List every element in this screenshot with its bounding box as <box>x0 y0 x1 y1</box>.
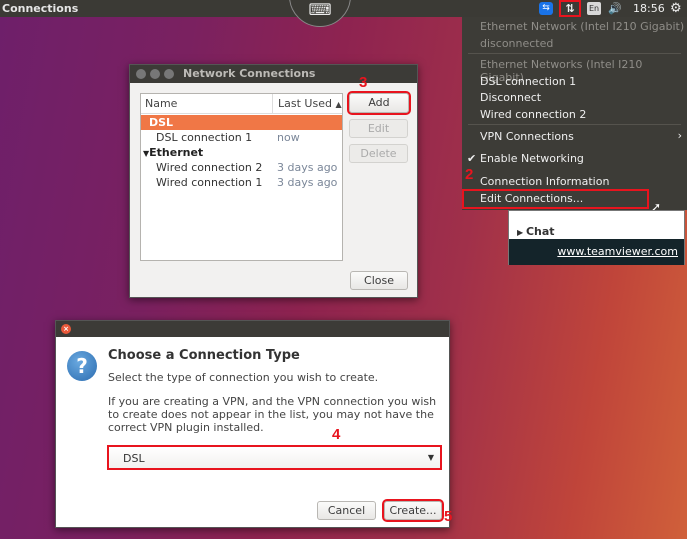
teamviewer-icon[interactable]: ⇆ <box>539 2 553 15</box>
network-menu: Ethernet Network (Intel I210 Gigabit) di… <box>462 17 687 210</box>
dialog-titlebar: × <box>56 321 449 337</box>
dropdown-arrow-icon: ▼ <box>427 453 434 462</box>
close-icon[interactable] <box>136 69 146 79</box>
column-header-name[interactable]: Name <box>145 94 177 114</box>
sort-ascending-icon: ▲ <box>335 100 342 109</box>
window-title: Network Connections <box>183 67 316 80</box>
chevron-right-icon: › <box>677 129 682 142</box>
keyboard-icon[interactable]: ⌨ <box>289 0 351 27</box>
minimize-icon[interactable] <box>150 69 160 79</box>
window-titlebar: Network Connections <box>130 65 417 83</box>
gear-icon[interactable]: ⚙ <box>670 0 682 17</box>
maximize-icon[interactable] <box>164 69 174 79</box>
app-title: Connections <box>2 2 79 15</box>
row-last-used: 3 days ago <box>277 176 338 189</box>
network-connections-window: Network Connections Name Last Used ▲ DSL… <box>129 64 418 298</box>
volume-icon[interactable]: 🔊 <box>608 0 622 17</box>
selected-type: DSL <box>123 452 145 465</box>
teamviewer-panel: ▶ Chat www.teamviewer.com <box>508 210 685 265</box>
chat-label[interactable]: Chat <box>526 225 555 238</box>
menu-item-edit-connections[interactable]: Edit Connections... <box>480 192 583 205</box>
row-name[interactable]: DSL connection 1 <box>156 131 252 144</box>
menu-item-connection-information[interactable]: Connection Information <box>480 175 609 188</box>
row-last-used: now <box>277 131 300 144</box>
row-last-used: 3 days ago <box>277 161 338 174</box>
menu-item-disconnect[interactable]: Disconnect <box>480 91 541 104</box>
menu-item-wired-connection-2[interactable]: Wired connection 2 <box>480 108 586 121</box>
row-name[interactable]: Wired connection 2 <box>156 161 262 174</box>
connections-list[interactable]: Name Last Used ▲ DSL DSL connection 1 no… <box>140 93 343 261</box>
menu-item-enable-networking[interactable]: Enable Networking <box>480 152 584 165</box>
cancel-button[interactable]: Cancel <box>317 501 376 520</box>
add-button[interactable]: Add <box>347 91 411 115</box>
dialog-subtitle: Select the type of connection you wish t… <box>108 371 379 384</box>
dialog-body: If you are creating a VPN, and the VPN c… <box>108 395 437 434</box>
menu-item-status: disconnected <box>480 37 554 50</box>
menu-item-vpn-connections[interactable]: VPN Connections <box>480 130 574 143</box>
group-row-ethernet[interactable]: ▼Ethernet <box>143 146 203 159</box>
annotation-4: 4 <box>332 426 341 443</box>
edit-button[interactable]: Edit <box>349 119 408 138</box>
menu-separator <box>468 53 681 54</box>
close-icon[interactable]: × <box>61 324 71 334</box>
network-arrows-icon[interactable]: ⇅ <box>559 0 581 17</box>
clock[interactable]: 18:56 <box>633 0 665 17</box>
delete-button[interactable]: Delete <box>349 144 408 163</box>
annotation-2: 2 <box>465 166 474 183</box>
teamviewer-link[interactable]: www.teamviewer.com <box>509 239 684 265</box>
create-button[interactable]: Create... <box>382 499 444 522</box>
row-name[interactable]: Wired connection 1 <box>156 176 262 189</box>
choose-connection-type-dialog: × ? Choose a Connection Type Select the … <box>55 320 450 528</box>
menu-item-dsl-connection[interactable]: DSL connection 1 <box>480 75 576 88</box>
menu-item-ethernet-header: Ethernet Network (Intel I210 Gigabit) <box>480 20 685 33</box>
triangle-right-icon: ▶ <box>517 228 526 237</box>
annotation-3: 3 <box>359 74 368 91</box>
annotation-5: 5 <box>444 508 453 525</box>
dialog-title: Choose a Connection Type <box>108 348 300 363</box>
connection-type-select[interactable]: DSL ▼ <box>107 445 442 470</box>
checkmark-icon: ✔ <box>467 152 477 165</box>
column-header-last-used[interactable]: Last Used ▲ <box>272 94 342 114</box>
close-button[interactable]: Close <box>350 271 408 290</box>
question-icon: ? <box>67 351 97 381</box>
language-indicator[interactable]: En <box>587 2 601 15</box>
group-row-dsl[interactable]: DSL <box>141 115 342 130</box>
menu-separator <box>468 124 681 125</box>
